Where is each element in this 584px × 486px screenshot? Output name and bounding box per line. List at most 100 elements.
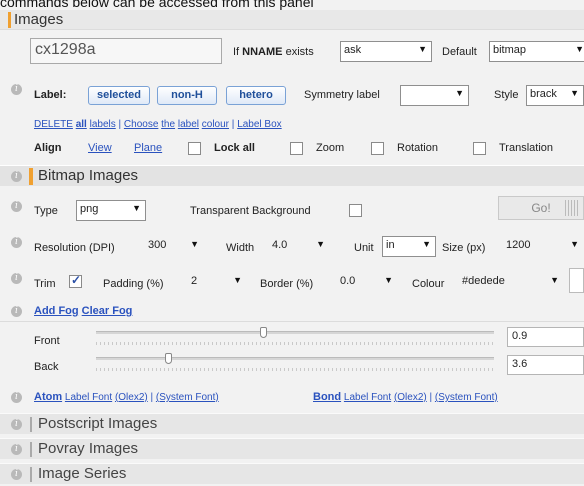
image-series-header[interactable]: i Image Series — [0, 463, 584, 484]
go-button[interactable]: Go! — [498, 196, 584, 220]
povray-images-header[interactable]: i Povray Images — [0, 438, 584, 459]
align-view-link[interactable]: View — [88, 142, 112, 154]
unit-select[interactable]: in ▼ — [382, 236, 436, 257]
grip-icon — [565, 200, 579, 216]
label-hetero-button[interactable]: hetero — [226, 86, 286, 105]
delete-labels-link[interactable]: labels — [90, 119, 116, 130]
align-plane-link[interactable]: Plane — [134, 142, 162, 154]
trim-label: Trim — [34, 278, 56, 290]
transparent-bg-label: Transparent Background — [190, 205, 311, 217]
postscript-images-header[interactable]: i Postscript Images — [0, 413, 584, 434]
symmetry-label-select[interactable]: ▼ — [400, 85, 469, 106]
fog-back-ticks — [96, 368, 494, 371]
fog-front-value[interactable]: 0.9 — [507, 327, 584, 347]
bond-system-font-link[interactable]: (System Font) — [435, 392, 498, 403]
postscript-images-title: Postscript Images — [38, 415, 158, 432]
the-link[interactable]: the — [161, 119, 175, 130]
fog-front-slider-track[interactable] — [96, 331, 494, 334]
info-icon[interactable]: i — [11, 237, 22, 248]
section-bar — [30, 442, 32, 457]
delete-link[interactable]: DELETE — [34, 119, 73, 130]
chevron-down-icon: ▼ — [316, 239, 325, 249]
fog-back-label: Back — [34, 361, 59, 373]
label-non-h-button[interactable]: non-H — [157, 86, 217, 105]
atom-label-link[interactable]: Atom — [34, 391, 62, 403]
fog-front-slider-thumb[interactable] — [260, 327, 268, 338]
info-icon[interactable]: i — [11, 201, 22, 212]
info-icon[interactable]: i — [11, 84, 22, 95]
info-icon[interactable]: i — [11, 171, 22, 182]
clear-fog-link[interactable]: Clear Fog — [82, 305, 133, 317]
colour-link[interactable]: colour — [202, 119, 229, 130]
divider — [0, 321, 584, 322]
type-select[interactable]: png ▼ — [76, 200, 146, 221]
default-format-select[interactable]: bitmap ▼ — [489, 41, 584, 62]
size-select[interactable]: 1200 ▼ — [502, 236, 584, 257]
separator: | — [150, 392, 154, 403]
chevron-down-icon: ▼ — [455, 88, 464, 98]
info-icon[interactable]: i — [11, 273, 22, 284]
add-fog-link[interactable]: Add Fog — [34, 305, 79, 317]
chevron-down-icon: ▼ — [132, 203, 141, 213]
filename-input[interactable]: cx1298a — [30, 38, 222, 64]
colour-swatch[interactable] — [569, 268, 584, 293]
unit-label: Unit — [354, 242, 374, 254]
fog-back-value[interactable]: 3.6 — [507, 355, 584, 375]
chevron-down-icon: ▼ — [418, 44, 427, 54]
border-select[interactable]: 0.0 ▼ — [336, 272, 398, 293]
separator: | — [118, 119, 122, 130]
fog-front-ticks — [96, 342, 494, 345]
bond-label-font-link[interactable]: Label Font — [344, 392, 391, 403]
label-colour-link[interactable]: label — [178, 119, 199, 130]
delete-all-link[interactable]: all — [76, 119, 87, 130]
label-box-link[interactable]: Label Box — [237, 119, 281, 130]
bond-label-link[interactable]: Bond — [313, 391, 341, 403]
lock-all-checkbox[interactable] — [188, 142, 201, 155]
lock-all-label: Lock all — [214, 142, 255, 154]
choose-link[interactable]: Choose — [124, 119, 158, 130]
bitmap-images-header[interactable]: i Bitmap Images — [0, 165, 584, 186]
atom-system-font-link[interactable]: (System Font) — [156, 392, 219, 403]
resolution-value: 300 — [148, 239, 167, 251]
info-icon[interactable]: i — [11, 306, 22, 317]
type-value: png — [80, 203, 99, 215]
nname-exists-select[interactable]: ask ▼ — [340, 41, 432, 62]
chevron-down-icon: ▼ — [422, 239, 431, 249]
zoom-checkbox[interactable] — [290, 142, 303, 155]
align-label: Align — [34, 142, 62, 154]
resolution-label: Resolution (DPI) — [34, 242, 115, 254]
zoom-label: Zoom — [316, 142, 345, 154]
type-label: Type — [34, 205, 58, 217]
style-value: brack — [530, 88, 557, 100]
transparent-bg-checkbox[interactable] — [349, 204, 362, 217]
translation-checkbox[interactable] — [473, 142, 486, 155]
fog-front-label: Front — [34, 335, 60, 347]
trim-checkbox[interactable] — [69, 273, 82, 288]
colour-select[interactable]: #dedede ▼ — [458, 272, 564, 293]
style-select[interactable]: brack ▼ — [526, 85, 584, 106]
width-select[interactable]: 4.0 ▼ — [268, 236, 330, 257]
atom-label-font-link[interactable]: Label Font — [65, 392, 112, 403]
fog-back-slider-thumb[interactable] — [164, 353, 172, 364]
size-label: Size (px) — [442, 242, 486, 254]
if-nname-label: If NNAME exists — [233, 46, 314, 58]
label-selected-button[interactable]: selected — [88, 86, 150, 105]
atom-font-links: Atom Label Font (Olex2) | (System Font) — [34, 391, 219, 403]
bond-olex2-font-link[interactable]: (Olex2) — [394, 392, 427, 403]
atom-olex2-font-link[interactable]: (Olex2) — [115, 392, 148, 403]
images-title: Images — [14, 11, 64, 28]
accent-bar — [8, 12, 11, 28]
symmetry-label: Symmetry label — [304, 89, 380, 101]
fog-back-slider-track[interactable] — [96, 357, 494, 360]
info-icon[interactable]: i — [11, 444, 22, 455]
images-header[interactable]: Images — [0, 10, 584, 30]
info-icon[interactable]: i — [11, 419, 22, 430]
info-icon[interactable]: i — [11, 469, 22, 480]
padding-value: 2 — [191, 275, 198, 287]
rotation-checkbox[interactable] — [371, 142, 384, 155]
chevron-down-icon: ▼ — [233, 275, 242, 285]
povray-images-title: Povray Images — [38, 440, 139, 457]
info-icon[interactable]: i — [11, 392, 22, 403]
padding-select[interactable]: 2 ▼ — [187, 272, 247, 293]
resolution-select[interactable]: 300 ▼ — [144, 236, 204, 257]
